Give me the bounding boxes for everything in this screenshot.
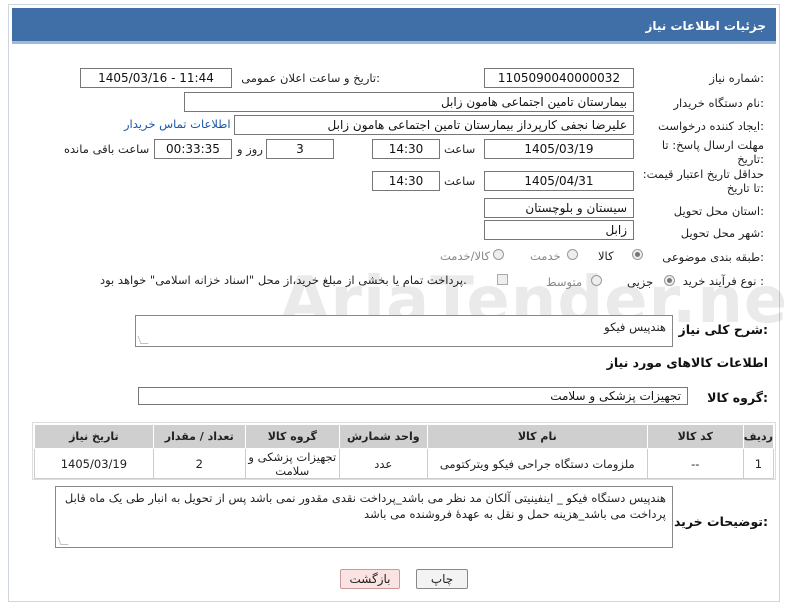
remaining-time-field: 00:33:35 xyxy=(154,139,232,159)
process-medium-label: متوسط xyxy=(546,275,583,289)
city-label: شهر محل تحویل: xyxy=(680,226,764,240)
category-goods-label: کالا xyxy=(598,249,614,263)
page-title: جزئیات اطلاعات نیاز xyxy=(645,19,766,33)
goods-table-header: ردیف کد کالا نام کالا واحد شمارش گروه کا… xyxy=(34,424,775,449)
need-number-label: شماره نیاز: xyxy=(709,71,764,85)
cell-code: -- xyxy=(646,448,744,479)
cell-group: تجهیزات پزشکی و سلامت xyxy=(244,448,340,479)
province-label: استان محل تحویل: xyxy=(673,204,764,218)
buyer-notes-field: هندپیس دستگاه فیکو _ اینفینیتی آلکان مد … xyxy=(55,486,673,548)
creator-field: علیرضا نجفی کارپرداز بیمارستان تامین اجت… xyxy=(234,115,634,135)
category-label: طبقه بندی موضوعی: xyxy=(662,250,764,264)
announce-label: تاریخ و ساعت اعلان عمومی: xyxy=(241,71,380,85)
goods-table: ردیف کد کالا نام کالا واحد شمارش گروه کا… xyxy=(34,424,775,479)
category-both-radio[interactable] xyxy=(493,249,504,260)
print-button[interactable]: چاپ xyxy=(416,569,468,589)
process-medium-radio[interactable] xyxy=(591,275,602,286)
process-label: نوع فرآیند خرید : xyxy=(682,274,764,288)
days-label: روز و xyxy=(237,142,263,156)
col-code: کد کالا xyxy=(646,424,744,449)
buyer-field: بیمارستان تامین اجتماعی هامون زابل xyxy=(184,92,634,112)
table-row: 1 -- ملزومات دستگاه جراحی فیکو ویترکتومی… xyxy=(34,448,775,479)
description-label: شرح کلی نیاز: xyxy=(678,322,769,337)
city-field: زابل xyxy=(484,220,634,240)
col-group: گروه کالا xyxy=(244,424,340,449)
cell-row: 1 xyxy=(742,448,775,479)
buyer-label: نام دستگاه خریدار: xyxy=(673,96,764,110)
buyer-notes-label: توضیحات خریدار: xyxy=(662,514,768,529)
announce-field: 1405/03/16 - 11:44 xyxy=(80,68,232,88)
resize-handle-icon[interactable] xyxy=(137,336,149,344)
process-minor-label: جزیی xyxy=(627,275,654,289)
deadline-time-label: ساعت xyxy=(444,142,476,156)
category-goods-radio[interactable] xyxy=(632,249,643,260)
col-row: ردیف xyxy=(742,424,775,449)
cell-unit: عدد xyxy=(338,448,428,479)
treasury-payment-note: پرداخت تمام یا بخشی از مبلغ خرید،از محل … xyxy=(100,273,467,287)
description-field: هندپیس فیکو xyxy=(135,315,673,347)
cell-qty: 2 xyxy=(152,448,246,479)
cell-name: ملزومات دستگاه جراحی فیکو ویترکتومی xyxy=(426,448,648,479)
validity-time-field: 14:30 xyxy=(372,171,440,191)
validity-time-label: ساعت xyxy=(444,174,476,188)
category-service-radio[interactable] xyxy=(567,249,578,260)
validity-label: حداقل تاریخ اعتبار قیمت: تا تاریخ: xyxy=(642,167,764,195)
remaining-label: ساعت باقی مانده xyxy=(64,142,150,156)
validity-date-field: 1405/04/31 xyxy=(484,171,634,191)
deadline-time-field: 14:30 xyxy=(372,139,440,159)
province-field: سیستان و بلوچستان xyxy=(484,198,634,218)
need-number-field: 1105090040000032 xyxy=(484,68,634,88)
back-button[interactable]: بازگشت xyxy=(340,569,400,589)
treasury-payment-checkbox[interactable] xyxy=(497,274,508,285)
deadline-date-field: 1405/03/19 xyxy=(484,139,634,159)
buyer-contact-link[interactable]: اطلاعات تماس خریدار xyxy=(124,117,231,131)
creator-label: ایجاد کننده درخواست: xyxy=(658,119,764,133)
resize-handle-icon[interactable] xyxy=(57,537,69,545)
goods-group-field: تجهیزات پزشکی و سلامت xyxy=(138,387,688,405)
col-date: تاریخ نیاز xyxy=(34,424,154,449)
goods-group-label: گروه کالا: xyxy=(707,390,768,405)
buyer-notes-text: هندپیس دستگاه فیکو _ اینفینیتی آلکان مد … xyxy=(64,491,666,521)
process-minor-radio[interactable] xyxy=(664,275,675,286)
description-text: هندپیس فیکو xyxy=(604,320,666,334)
goods-section-title: اطلاعات کالاهای مورد نیاز xyxy=(606,355,768,370)
col-name: نام کالا xyxy=(426,424,648,449)
cell-date: 1405/03/19 xyxy=(34,448,154,479)
days-field: 3 xyxy=(266,139,334,159)
category-both-label: کالا/خدمت xyxy=(440,249,491,263)
deadline-label: مهلت ارسال پاسخ: تا تاریخ: xyxy=(661,138,764,166)
category-service-label: خدمت xyxy=(530,249,561,263)
col-qty: تعداد / مقدار xyxy=(152,424,246,449)
col-unit: واحد شمارش xyxy=(338,424,428,449)
page-header: جزئیات اطلاعات نیاز xyxy=(12,8,776,44)
